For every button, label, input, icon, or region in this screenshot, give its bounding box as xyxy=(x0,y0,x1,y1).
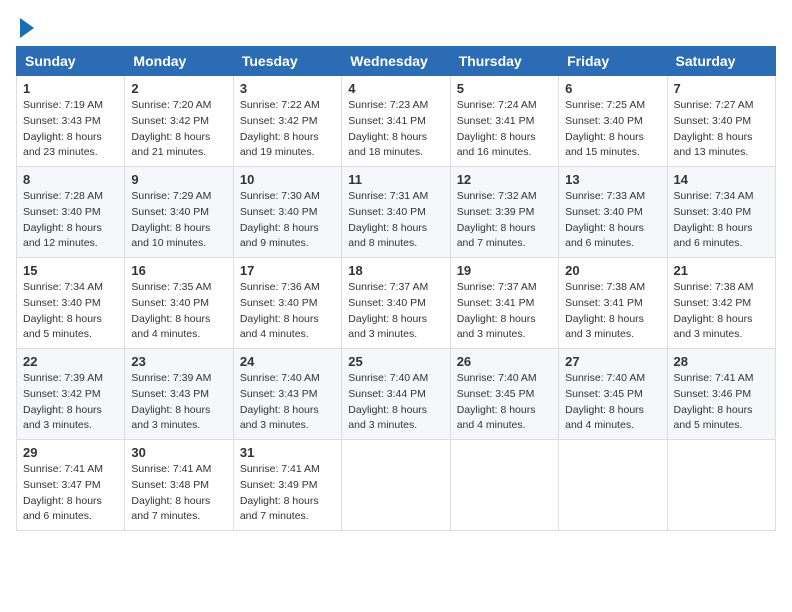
calendar-day-5: 5Sunrise: 7:24 AMSunset: 3:41 PMDaylight… xyxy=(450,76,558,167)
calendar-week-4: 22Sunrise: 7:39 AMSunset: 3:42 PMDayligh… xyxy=(17,349,776,440)
calendar-day-31: 31Sunrise: 7:41 AMSunset: 3:49 PMDayligh… xyxy=(233,440,341,531)
calendar-empty-cell xyxy=(342,440,450,531)
calendar-day-28: 28Sunrise: 7:41 AMSunset: 3:46 PMDayligh… xyxy=(667,349,775,440)
page-header xyxy=(16,16,776,38)
column-header-tuesday: Tuesday xyxy=(233,47,341,76)
calendar-day-27: 27Sunrise: 7:40 AMSunset: 3:45 PMDayligh… xyxy=(559,349,667,440)
calendar-day-20: 20Sunrise: 7:38 AMSunset: 3:41 PMDayligh… xyxy=(559,258,667,349)
calendar-day-11: 11Sunrise: 7:31 AMSunset: 3:40 PMDayligh… xyxy=(342,167,450,258)
calendar-day-8: 8Sunrise: 7:28 AMSunset: 3:40 PMDaylight… xyxy=(17,167,125,258)
column-header-saturday: Saturday xyxy=(667,47,775,76)
column-header-monday: Monday xyxy=(125,47,233,76)
calendar-week-3: 15Sunrise: 7:34 AMSunset: 3:40 PMDayligh… xyxy=(17,258,776,349)
calendar-day-10: 10Sunrise: 7:30 AMSunset: 3:40 PMDayligh… xyxy=(233,167,341,258)
calendar-day-16: 16Sunrise: 7:35 AMSunset: 3:40 PMDayligh… xyxy=(125,258,233,349)
calendar-day-4: 4Sunrise: 7:23 AMSunset: 3:41 PMDaylight… xyxy=(342,76,450,167)
calendar-empty-cell xyxy=(450,440,558,531)
calendar-header-row: SundayMondayTuesdayWednesdayThursdayFrid… xyxy=(17,47,776,76)
calendar-day-24: 24Sunrise: 7:40 AMSunset: 3:43 PMDayligh… xyxy=(233,349,341,440)
calendar-day-29: 29Sunrise: 7:41 AMSunset: 3:47 PMDayligh… xyxy=(17,440,125,531)
calendar-day-6: 6Sunrise: 7:25 AMSunset: 3:40 PMDaylight… xyxy=(559,76,667,167)
calendar-week-2: 8Sunrise: 7:28 AMSunset: 3:40 PMDaylight… xyxy=(17,167,776,258)
calendar-day-3: 3Sunrise: 7:22 AMSunset: 3:42 PMDaylight… xyxy=(233,76,341,167)
calendar-body: 1Sunrise: 7:19 AMSunset: 3:43 PMDaylight… xyxy=(17,76,776,531)
calendar-day-1: 1Sunrise: 7:19 AMSunset: 3:43 PMDaylight… xyxy=(17,76,125,167)
calendar-day-13: 13Sunrise: 7:33 AMSunset: 3:40 PMDayligh… xyxy=(559,167,667,258)
calendar-day-26: 26Sunrise: 7:40 AMSunset: 3:45 PMDayligh… xyxy=(450,349,558,440)
calendar-day-17: 17Sunrise: 7:36 AMSunset: 3:40 PMDayligh… xyxy=(233,258,341,349)
calendar-day-30: 30Sunrise: 7:41 AMSunset: 3:48 PMDayligh… xyxy=(125,440,233,531)
calendar-day-15: 15Sunrise: 7:34 AMSunset: 3:40 PMDayligh… xyxy=(17,258,125,349)
calendar-day-19: 19Sunrise: 7:37 AMSunset: 3:41 PMDayligh… xyxy=(450,258,558,349)
calendar-day-9: 9Sunrise: 7:29 AMSunset: 3:40 PMDaylight… xyxy=(125,167,233,258)
calendar-day-14: 14Sunrise: 7:34 AMSunset: 3:40 PMDayligh… xyxy=(667,167,775,258)
calendar-day-22: 22Sunrise: 7:39 AMSunset: 3:42 PMDayligh… xyxy=(17,349,125,440)
calendar-day-18: 18Sunrise: 7:37 AMSunset: 3:40 PMDayligh… xyxy=(342,258,450,349)
logo-arrow-icon xyxy=(20,18,34,38)
calendar-day-12: 12Sunrise: 7:32 AMSunset: 3:39 PMDayligh… xyxy=(450,167,558,258)
column-header-friday: Friday xyxy=(559,47,667,76)
calendar-empty-cell xyxy=(667,440,775,531)
column-header-thursday: Thursday xyxy=(450,47,558,76)
logo xyxy=(16,16,34,38)
calendar-day-21: 21Sunrise: 7:38 AMSunset: 3:42 PMDayligh… xyxy=(667,258,775,349)
calendar-day-2: 2Sunrise: 7:20 AMSunset: 3:42 PMDaylight… xyxy=(125,76,233,167)
calendar-empty-cell xyxy=(559,440,667,531)
calendar-week-1: 1Sunrise: 7:19 AMSunset: 3:43 PMDaylight… xyxy=(17,76,776,167)
calendar-table: SundayMondayTuesdayWednesdayThursdayFrid… xyxy=(16,46,776,531)
column-header-wednesday: Wednesday xyxy=(342,47,450,76)
calendar-day-7: 7Sunrise: 7:27 AMSunset: 3:40 PMDaylight… xyxy=(667,76,775,167)
calendar-week-5: 29Sunrise: 7:41 AMSunset: 3:47 PMDayligh… xyxy=(17,440,776,531)
column-header-sunday: Sunday xyxy=(17,47,125,76)
calendar-day-25: 25Sunrise: 7:40 AMSunset: 3:44 PMDayligh… xyxy=(342,349,450,440)
calendar-day-23: 23Sunrise: 7:39 AMSunset: 3:43 PMDayligh… xyxy=(125,349,233,440)
